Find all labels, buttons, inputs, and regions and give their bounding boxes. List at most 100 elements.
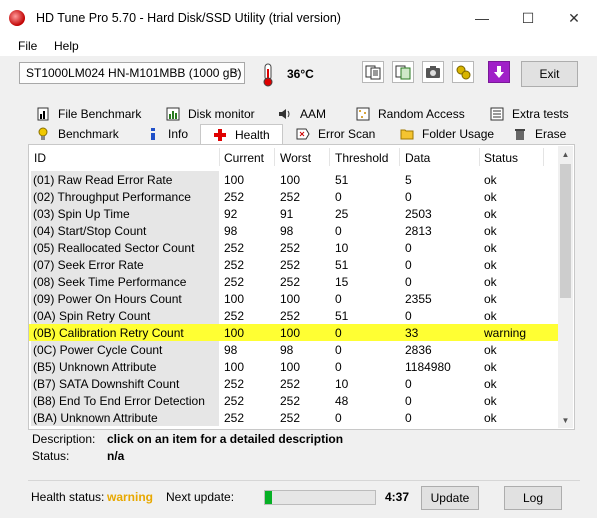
col-threshold[interactable]: Threshold [335, 151, 388, 165]
col-current[interactable]: Current [224, 151, 264, 165]
table-row[interactable]: (BA) Unknown Attribute 252 252 0 0 ok [29, 409, 559, 426]
col-id[interactable]: ID [34, 151, 46, 165]
tab-label: AAM [300, 107, 327, 121]
tab-error-scan[interactable]: Error Scan [296, 124, 375, 144]
random-access-icon [356, 107, 370, 121]
table-row[interactable]: (04) Start/Stop Count 98 98 0 2813 ok [29, 222, 559, 239]
drive-select[interactable]: ST1000LM024 HN-M101MBB (1000 gB) ⌵ [19, 62, 245, 84]
table-row[interactable]: (B5) Unknown Attribute 100 100 0 1184980 ok [29, 358, 559, 375]
cell-data: 5 [405, 173, 412, 187]
tab-benchmark[interactable]: Benchmark [36, 124, 119, 144]
menu-help[interactable]: Help [54, 39, 79, 53]
cell-id: (B8) End To End Error Detection [31, 392, 219, 409]
table-row[interactable]: (0B) Calibration Retry Count 100 100 0 33 war… [29, 324, 559, 341]
copy-info-button[interactable] [362, 61, 384, 83]
table-row[interactable]: (B7) SATA Downshift Count 252 252 10 0 ok [29, 375, 559, 392]
col-worst[interactable]: Worst [280, 151, 311, 165]
tab-random-access[interactable]: Random Access [356, 104, 465, 124]
cell-status: ok [484, 241, 497, 255]
options-button[interactable] [452, 61, 474, 83]
cell-worst: 252 [280, 241, 301, 255]
cell-worst: 91 [280, 207, 294, 221]
table-row[interactable]: (08) Seek Time Performance 252 252 15 0 ok [29, 273, 559, 290]
col-data[interactable]: Data [405, 151, 430, 165]
thermometer-icon [263, 63, 273, 87]
toolbar: ST1000LM024 HN-M101MBB (1000 gB) ⌵ 36°C [0, 56, 597, 96]
cell-id: (08) Seek Time Performance [31, 273, 219, 290]
table-row[interactable]: (05) Reallocated Sector Count 252 252 10 0 ok [29, 239, 559, 256]
tab-strip: File Benchmark Disk monitor AAM Random A… [0, 100, 597, 144]
cell-current: 252 [224, 190, 245, 204]
next-update-countdown: 4:37 [385, 490, 410, 504]
table-row[interactable]: (B8) End To End Error Detection 252 252 48 0… [29, 392, 559, 409]
table-row[interactable]: (09) Power On Hours Count 100 100 0 2355 ok [29, 290, 559, 307]
chevron-down-icon: ⌵ [230, 65, 239, 77]
cell-threshold: 0 [335, 360, 342, 374]
scroll-thumb[interactable] [560, 164, 571, 298]
cell-threshold: 0 [335, 343, 342, 357]
tab-file-benchmark[interactable]: File Benchmark [36, 104, 141, 124]
scroll-up-icon[interactable]: ▲ [558, 146, 573, 162]
cell-id: (BA) Unknown Attribute [31, 409, 219, 426]
description-label: Description: [32, 432, 96, 446]
close-button[interactable]: ✕ [551, 0, 597, 36]
tab-health[interactable]: Health [200, 124, 283, 144]
copy-all-button[interactable] [392, 61, 414, 83]
cell-data: 2355 [405, 292, 432, 306]
tab-label: Benchmark [58, 127, 119, 141]
cell-data: 0 [405, 411, 412, 425]
description-value: click on an item for a detailed descript… [107, 432, 344, 446]
tab-extra-tests[interactable]: Extra tests [490, 104, 569, 124]
cell-threshold: 48 [335, 394, 349, 408]
maximize-button[interactable]: ☐ [505, 0, 551, 36]
minimize-button[interactable]: — [459, 0, 505, 36]
extra-tests-icon [490, 107, 504, 121]
tab-label: Disk monitor [188, 107, 255, 121]
divider [28, 480, 580, 481]
cell-current: 100 [224, 173, 245, 187]
cell-current: 100 [224, 360, 245, 374]
table-row[interactable]: (02) Throughput Performance 252 252 0 0 ok [29, 188, 559, 205]
table-row[interactable]: (01) Raw Read Error Rate 100 100 51 5 ok [29, 171, 559, 188]
cell-worst: 252 [280, 190, 301, 204]
table-row[interactable]: (07) Seek Error Rate 252 252 51 0 ok [29, 256, 559, 273]
save-button[interactable] [488, 61, 510, 83]
info-icon [151, 128, 155, 140]
log-button[interactable]: Log [504, 486, 562, 510]
screenshot-button[interactable] [422, 61, 444, 83]
column-separator [399, 148, 400, 166]
menu-file[interactable]: File [18, 39, 37, 53]
temperature-readout: 36°C [287, 67, 314, 81]
tab-disk-monitor[interactable]: Disk monitor [166, 104, 255, 124]
vertical-scrollbar[interactable]: ▲ ▼ [558, 146, 573, 428]
folder-icon [400, 129, 414, 140]
update-button[interactable]: Update [421, 486, 479, 510]
tab-aam[interactable]: AAM [278, 104, 326, 124]
file-benchmark-icon [37, 107, 49, 121]
cell-current: 252 [224, 411, 245, 425]
speaker-icon [279, 109, 290, 119]
cell-worst: 100 [280, 173, 301, 187]
table-row[interactable]: (0A) Spin Retry Count 252 252 51 0 ok [29, 307, 559, 324]
cell-data: 2813 [405, 224, 432, 238]
title-bar: HD Tune Pro 5.70 - Hard Disk/SSD Utility… [0, 0, 597, 36]
cell-id: (02) Throughput Performance [31, 188, 219, 205]
cell-status: ok [484, 377, 497, 391]
exit-button[interactable]: Exit [521, 61, 578, 87]
cell-worst: 252 [280, 309, 301, 323]
app-icon [9, 10, 25, 26]
health-table[interactable]: ID Current Worst Threshold Data Status (… [28, 144, 575, 430]
cell-threshold: 15 [335, 275, 349, 289]
cell-id: (0B) Calibration Retry Count [31, 324, 219, 341]
window-title: HD Tune Pro 5.70 - Hard Disk/SSD Utility… [36, 11, 341, 25]
drive-select-value: ST1000LM024 HN-M101MBB (1000 gB) [26, 66, 242, 80]
cell-data: 0 [405, 394, 412, 408]
tab-erase[interactable]: Erase [513, 124, 566, 144]
tab-info[interactable]: Info [146, 124, 188, 144]
table-row[interactable]: (0C) Power Cycle Count 98 98 0 2836 ok [29, 341, 559, 358]
col-status[interactable]: Status [484, 151, 518, 165]
cell-id: (01) Raw Read Error Rate [31, 171, 219, 188]
scroll-down-icon[interactable]: ▼ [558, 412, 573, 428]
table-row[interactable]: (03) Spin Up Time 92 91 25 2503 ok [29, 205, 559, 222]
tab-folder-usage[interactable]: Folder Usage [400, 124, 494, 144]
